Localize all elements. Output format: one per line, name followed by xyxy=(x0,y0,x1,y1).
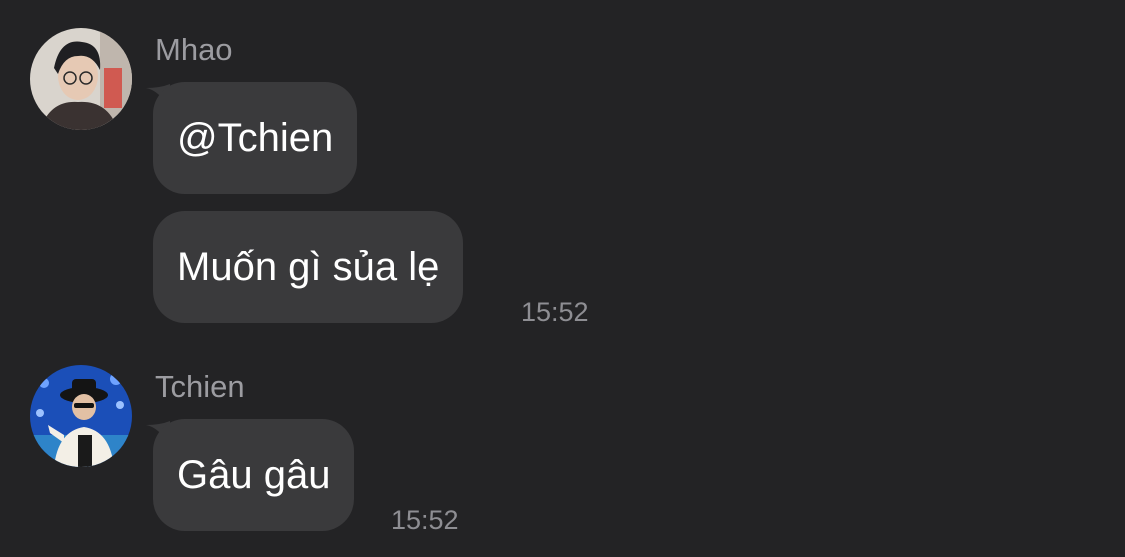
message-bubble[interactable]: Muốn gì sủa lẹ xyxy=(153,211,464,323)
sender-name: Mhao xyxy=(155,32,233,67)
message-bubble[interactable]: @Tchien xyxy=(153,82,358,194)
sender-name: Tchien xyxy=(155,369,245,404)
message-timestamp: 15:52 xyxy=(391,505,459,535)
sender-avatar-mhao[interactable] xyxy=(30,28,132,130)
sender-avatar-tchien[interactable] xyxy=(30,365,132,467)
message-timestamp: 15:52 xyxy=(521,297,589,327)
message-bubble[interactable]: Gâu gâu xyxy=(153,419,355,531)
